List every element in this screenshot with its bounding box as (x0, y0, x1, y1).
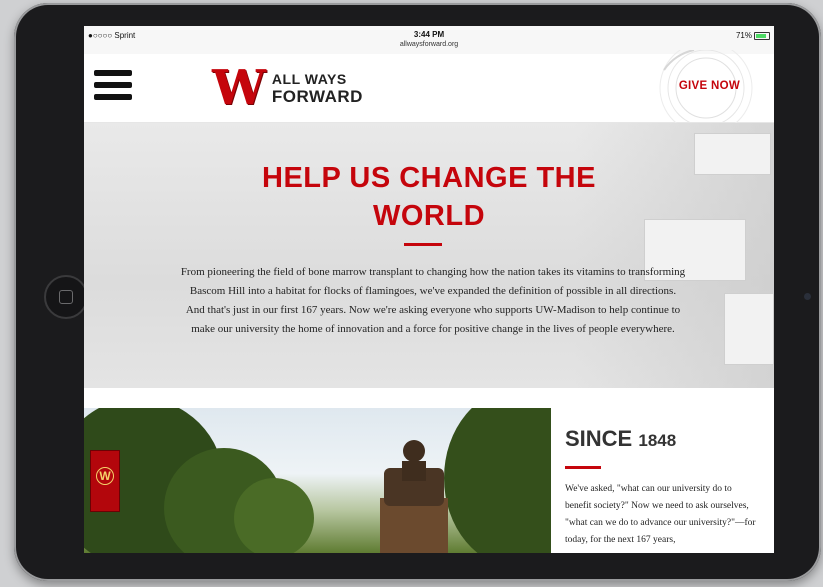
statue-image (380, 440, 448, 553)
banner-letter: W (96, 467, 114, 485)
camera-icon (804, 293, 811, 300)
tablet-screen: ●○○○○ Sprint 3:44 PM allwaysforward.org … (84, 26, 774, 553)
campus-photo: W (84, 408, 551, 553)
hero-divider (404, 243, 442, 246)
hero-title-line1: HELP US CHANGE THE (262, 162, 596, 194)
hero-title: HELP US CHANGE THE WORLD (84, 159, 774, 235)
logo-line1: ALL WAYS (271, 71, 347, 87)
since-panel: SINCE 1848 We've asked, "what can our un… (551, 408, 774, 553)
since-title-word: SINCE (565, 426, 633, 451)
give-now-button[interactable]: GIVE NOW (679, 80, 740, 92)
since-title: SINCE 1848 (565, 426, 760, 452)
hero-body: From pioneering the field of bone marrow… (180, 266, 686, 335)
logo-wordmark: ALL WAYS FORWARD (272, 71, 363, 105)
site-logo[interactable]: W ALL WAYS FORWARD (212, 60, 363, 116)
home-square-icon (59, 290, 73, 304)
since-row: W SINCE 1848 We've asked, "what can our … (84, 408, 774, 553)
logo-line2: FORWARD (271, 87, 363, 106)
battery-indicator: 71% (736, 31, 770, 40)
battery-percent: 71% (735, 31, 752, 40)
hero-title-line2: WORLD (372, 200, 486, 232)
site-header: W ALL WAYS FORWARD GIVE NOW (84, 50, 774, 126)
home-button[interactable] (44, 275, 88, 319)
hamburger-menu-icon[interactable] (94, 70, 132, 102)
since-year: 1848 (638, 431, 677, 450)
battery-icon (754, 31, 770, 40)
logo-w-mark: W (212, 60, 266, 116)
uw-banner: W (90, 450, 120, 512)
hero-section: HELP US CHANGE THE WORLD From pioneering… (84, 123, 774, 388)
address-url[interactable]: allwaysforward.org (84, 41, 774, 48)
since-divider (565, 466, 601, 469)
status-time: 3:44 PM (413, 30, 445, 39)
since-body: We've asked, "what can our university do… (565, 484, 756, 545)
